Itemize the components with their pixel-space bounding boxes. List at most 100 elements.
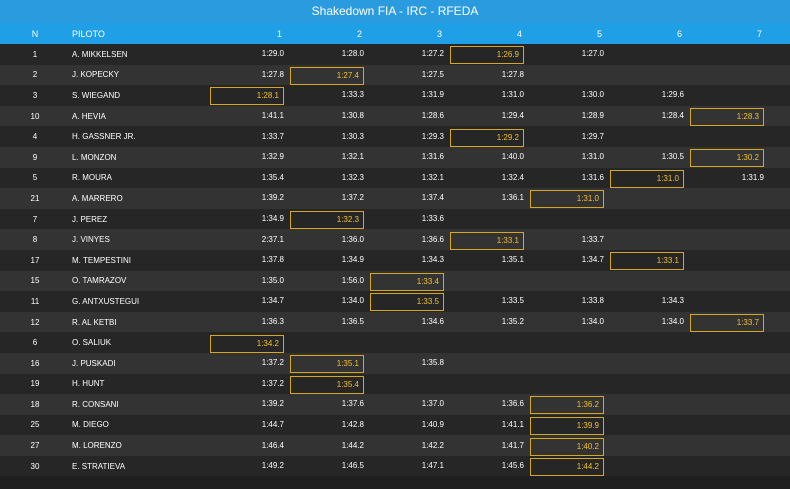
- header-n[interactable]: N: [0, 29, 70, 39]
- best-lap-time: 1:32.3: [290, 211, 364, 230]
- lap-time-cell: 1:29.3: [370, 129, 450, 145]
- header-col-2[interactable]: 2: [290, 26, 370, 42]
- lap-time-cell: 1:31.9: [370, 87, 450, 103]
- lap-time-cell: [610, 129, 690, 145]
- table-row[interactable]: 3 S. WIEGAND 1:28.1 1:33.3 1:31.9 1:31.0 1:30.…: [0, 85, 790, 106]
- lap-time-cell: [530, 67, 610, 83]
- best-lap-time: 1:33.1: [450, 231, 524, 250]
- lap-time: 1:32.1: [421, 172, 444, 182]
- lap-time-cell: 1:40.0: [450, 149, 530, 165]
- lap-time: 1:34.0: [341, 296, 364, 306]
- lap-time: 1:35.8: [421, 358, 444, 368]
- lap-time: 1:34.3: [421, 255, 444, 265]
- lap-time: 1:31.6: [421, 152, 444, 162]
- table-row[interactable]: 17 M. TEMPESTINI 1:37.8 1:34.9 1:34.3 1:35.1 1…: [0, 249, 790, 271]
- lap-time: 1:27.8: [261, 69, 284, 79]
- lap-time: 1:34.9: [261, 214, 284, 224]
- driver-name: M. TEMPESTINI: [72, 255, 131, 265]
- car-number: 16: [30, 358, 40, 368]
- lap-time-cell: [450, 335, 530, 351]
- car-number: 1: [32, 49, 38, 59]
- lap-time-cell: 1:46.4: [210, 438, 290, 454]
- lap-time-cell: [610, 273, 690, 289]
- lap-time-cell: 1:31.9: [690, 170, 770, 186]
- lap-time-cell: [610, 211, 690, 227]
- lap-time-cell: 1:30.2: [690, 149, 770, 168]
- lap-time: 1:36.5: [341, 317, 364, 327]
- lap-time-cell: [530, 376, 610, 392]
- lap-time-cell: [530, 355, 610, 371]
- table-row[interactable]: 25 M. DIEGO 1:44.7 1:42.8 1:40.9 1:41.1 1:39.9: [0, 414, 790, 436]
- lap-time: 1:33.5: [501, 296, 524, 306]
- lap-time: 1:32.1: [341, 152, 364, 162]
- header-col-1[interactable]: 1: [210, 26, 290, 42]
- lap-time-cell: 1:39.2: [210, 190, 290, 206]
- best-lap-time: 1:33.5: [370, 293, 444, 312]
- driver-name: S. WIEGAND: [72, 90, 121, 100]
- table-row[interactable]: 15 O. TAMRAZOV 1:35.0 1:56.0 1:33.4: [0, 270, 790, 292]
- lap-time-cell: 1:41.1: [210, 108, 290, 124]
- lap-time-cell: 1:29.7: [530, 129, 610, 145]
- lap-time-cell: [610, 355, 690, 371]
- table-row[interactable]: 8 J. VINYES 2:37.1 1:36.0 1:36.6 1:33.1 1:33.7: [0, 229, 790, 250]
- table-row[interactable]: 16 J. PUSKADI 1:37.2 1:35.1 1:35.8: [0, 352, 790, 374]
- lap-time-cell: [690, 87, 770, 103]
- table-row[interactable]: 12 R. AL KETBI 1:36.3 1:36.5 1:34.6 1:35.2 1:3…: [0, 311, 790, 333]
- lap-time: 1:44.7: [261, 419, 284, 429]
- lap-time: 1:29.7: [581, 131, 604, 141]
- lap-time-cell: 1:44.7: [210, 417, 290, 433]
- lap-time-cell: 1:33.5: [450, 293, 530, 309]
- lap-time-cell: 1:34.6: [370, 314, 450, 330]
- table-body: 1 A. MIKKELSEN 1:29.0 1:28.0 1:27.2 1:26.9 1:2…: [0, 44, 790, 477]
- table-row[interactable]: 1 A. MIKKELSEN 1:29.0 1:28.0 1:27.2 1:26.9 1:2…: [0, 44, 790, 65]
- table-row[interactable]: 21 A. MARRERO 1:39.2 1:37.2 1:37.4 1:36.1 1:31…: [0, 188, 790, 209]
- lap-time-cell: 1:37.2: [290, 190, 370, 206]
- page-title: Shakedown FIA - IRC - RFEDA: [0, 0, 790, 23]
- lap-time: 1:36.6: [421, 234, 444, 244]
- lap-time: 1:35.4: [261, 172, 284, 182]
- car-number: 25: [30, 420, 40, 430]
- lap-time-cell: [450, 211, 530, 227]
- car-number: 9: [32, 152, 38, 162]
- lap-time: 1:46.5: [341, 461, 364, 471]
- driver-name: A. MIKKELSEN: [72, 49, 128, 59]
- driver-name: J. PUSKADI: [72, 358, 116, 368]
- lap-time-cell: [690, 211, 770, 227]
- table-row[interactable]: 18 R. CONSANI 1:39.2 1:37.6 1:37.0 1:36.6 1:36…: [0, 394, 790, 415]
- table-row[interactable]: 11 G. ANTXUSTEGUI 1:34.7 1:34.0 1:33.5 1:33.5…: [0, 291, 790, 312]
- lap-time-cell: [690, 129, 770, 145]
- table-row[interactable]: 10 A. HEVIA 1:41.1 1:30.8 1:28.6 1:29.4 1:28.9…: [0, 105, 790, 127]
- table-row[interactable]: 9 L. MONZON 1:32.9 1:32.1 1:31.6 1:40.0 1:31.0…: [0, 146, 790, 168]
- table-row[interactable]: 2 J. KOPECKY 1:27.8 1:27.4 1:27.5 1:27.8: [0, 64, 790, 86]
- header-col-5[interactable]: 5: [530, 26, 610, 42]
- lap-time-cell: 1:32.9: [210, 149, 290, 165]
- lap-time: 1:37.2: [261, 378, 284, 388]
- driver-name: A. HEVIA: [72, 111, 106, 121]
- best-lap-time: 1:33.4: [370, 272, 444, 291]
- best-lap-time: 1:26.9: [450, 46, 524, 65]
- driver-name: R. CONSANI: [72, 399, 119, 409]
- header-col-7[interactable]: 7: [690, 26, 770, 42]
- table-row[interactable]: 19 H. HUNT 1:37.2 1:35.4: [0, 373, 790, 395]
- best-lap-time: 1:35.1: [290, 355, 364, 374]
- lap-time-cell: 1:56.0: [290, 273, 370, 289]
- table-row[interactable]: 5 R. MOURA 1:35.4 1:32.3 1:32.1 1:32.4 1:31.6 1…: [0, 167, 790, 189]
- lap-time-cell: [610, 458, 690, 474]
- lap-time: 1:34.9: [341, 255, 364, 265]
- lap-time-cell: 1:36.6: [450, 396, 530, 412]
- car-number: 3: [32, 90, 38, 100]
- lap-time: 1:36.6: [501, 399, 524, 409]
- table-row[interactable]: 6 O. SALIUK 1:34.2: [0, 332, 790, 353]
- table-row[interactable]: 30 E. STRATIEVA 1:49.2 1:46.5 1:47.1 1:45.6 1:…: [0, 455, 790, 477]
- header-piloto[interactable]: PILOTO: [70, 29, 210, 39]
- table-row[interactable]: 27 M. LORENZO 1:46.4 1:44.2 1:42.2 1:41.7 1:40…: [0, 435, 790, 456]
- header-col-4[interactable]: 4: [450, 26, 530, 42]
- lap-time-cell: 1:29.4: [450, 108, 530, 124]
- header-col-3[interactable]: 3: [370, 26, 450, 42]
- best-lap-time: 1:31.0: [530, 190, 604, 209]
- lap-time-cell: [610, 438, 690, 454]
- header-col-6[interactable]: 6: [610, 26, 690, 42]
- table-row[interactable]: 4 H. GASSNER JR. 1:33.7 1:30.3 1:29.3 1:29.2 1…: [0, 126, 790, 147]
- table-row[interactable]: 7 J. PEREZ 1:34.9 1:32.3 1:33.6: [0, 208, 790, 230]
- lap-time: 1:33.3: [341, 90, 364, 100]
